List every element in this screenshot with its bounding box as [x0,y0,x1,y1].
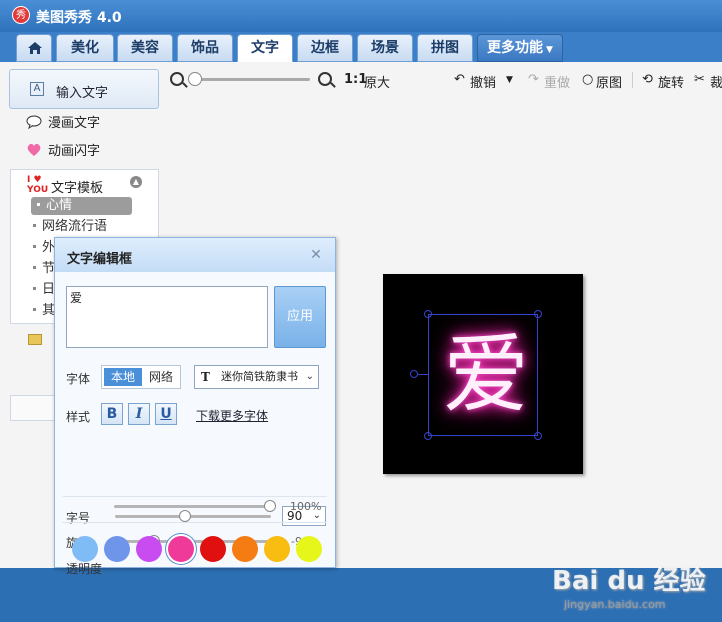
resize-handle-top-right[interactable] [534,310,542,318]
home-icon [28,42,42,54]
template-item-label: 网络流行语 [42,219,108,234]
color-swatch[interactable] [200,536,226,562]
tab-home[interactable] [16,34,52,62]
animated-text-label: 动画闪字 [48,144,101,159]
crop-icon: ✂ [694,72,705,87]
baidu-watermark: Bai du 经验 jingyan.baidu.com [552,552,712,622]
text-selection-box[interactable] [428,314,538,436]
toolbar: 1:1 原大 ↶ 撤销 ▼ ↷ 重做 ○ 原图 ⟲ 旋转 ✂ 裁 [164,62,722,98]
color-swatch[interactable] [168,536,194,562]
opacity-slider[interactable] [114,505,270,508]
resize-handle-bottom-left[interactable] [424,432,432,440]
text-content-input[interactable]: 爱 [66,286,268,348]
color-swatch[interactable] [136,536,162,562]
main-tab-bar: 美化 美容 饰品 文字 边框 场景 拼图 更多功能 ▼ [0,32,722,62]
watermark-url: jingyan.baidu.com [564,598,666,611]
tab-scene[interactable]: 场景 [357,34,413,62]
truetype-font-icon: T [201,370,210,384]
tab-beauty[interactable]: 美容 [117,34,173,62]
app-logo-icon: 秀 [12,6,30,24]
rotate-handle-line [418,374,428,375]
tab-border[interactable]: 边框 [297,34,353,62]
font-local-option[interactable]: 本地 [104,368,142,386]
font-select[interactable]: T 迷你简铁筋隶书 ⌄ [194,365,319,389]
text-a-icon: A [30,82,44,96]
zoom-in-icon[interactable] [318,72,332,86]
zoom-slider[interactable] [192,78,310,81]
rotate-handle[interactable] [410,370,418,378]
toolbar-divider [632,72,633,88]
collapse-icon[interactable]: ▲ [130,176,142,188]
template-item-6[interactable]: 其 [31,302,55,320]
sidebar-item-comic-text[interactable]: 漫画文字 [26,114,100,134]
divider [62,522,326,523]
style-label: 样式 [66,410,91,424]
input-text-button[interactable]: A 输入文字 [9,69,159,109]
color-swatch[interactable] [264,536,290,562]
font-label: 字体 [66,372,91,386]
close-icon[interactable]: ✕ [309,248,323,262]
watermark-brand: Bai du 经验 [552,566,706,596]
template-item-label: 心情 [46,198,73,213]
original-image-button[interactable]: 原图 [596,72,622,91]
tab-accessories[interactable]: 饰品 [177,34,233,62]
color-swatch[interactable] [232,536,258,562]
underline-button[interactable]: U [155,403,177,425]
undo-dropdown-icon[interactable]: ▼ [506,75,513,85]
color-swatch[interactable] [296,536,322,562]
original-size-button[interactable]: 原大 [364,72,390,91]
tab-text[interactable]: 文字 [237,34,293,62]
main-area: A 输入文字 漫画文字 动画闪字 I ♥ YOU 文字模板 ▲ 心情 网络流行语 … [0,62,722,611]
dialog-header[interactable]: 文字编辑框 ✕ [55,238,335,272]
redo-button[interactable]: 重做 [544,72,570,91]
input-text-label: 输入文字 [56,86,109,101]
template-item-4[interactable]: 节 [31,260,55,278]
zoom-out-icon[interactable] [170,72,184,86]
original-image-icon: ○ [582,72,594,87]
speech-bubble-icon [26,115,42,129]
more-features-label: 更多功能 [487,40,544,56]
template-item-5[interactable]: 日 [31,281,55,299]
bold-button[interactable]: B [101,403,123,425]
folder-icon [28,334,42,345]
image-canvas[interactable]: 爱 [383,274,583,474]
app-title: 美图秀秀 4.0 [36,10,122,26]
apply-button[interactable]: 应用 [274,286,326,348]
template-item-mood[interactable]: 心情 [31,197,132,215]
text-template-label: 文字模板 [51,181,104,196]
download-more-fonts-link[interactable]: 下载更多字体 [196,407,268,424]
title-bar: 秀 美图秀秀 4.0 [0,0,722,32]
rotate-button[interactable]: 旋转 [658,72,684,91]
text-template-header[interactable]: I ♥ YOU 文字模板 [27,175,103,196]
crop-button[interactable]: 裁 [710,72,722,91]
resize-handle-bottom-right[interactable] [534,432,542,440]
heart-icon [27,143,41,156]
tab-more-features[interactable]: 更多功能 ▼ [477,34,563,62]
template-item-internet-slang[interactable]: 网络流行语 [31,218,107,236]
comic-text-label: 漫画文字 [48,116,101,131]
tab-collage[interactable]: 拼图 [417,34,473,62]
font-source-toggle: 本地 网络 [101,365,181,389]
chevron-down-icon: ⌄ [305,371,314,382]
dropdown-arrow-icon: ▼ [546,45,553,55]
opacity-value: 100% [290,500,322,513]
dialog-title: 文字编辑框 [67,252,133,267]
opacity-row: 100% [54,494,336,568]
redo-icon: ↷ [528,72,539,87]
tab-beautify[interactable]: 美化 [56,34,114,62]
undo-button[interactable]: 撤销 [470,72,496,91]
i-love-you-icon: I ♥ YOU [27,175,49,195]
color-swatch[interactable] [104,536,130,562]
color-swatch[interactable] [72,536,98,562]
font-select-value: 迷你简铁筋隶书 [221,370,298,383]
template-item-3[interactable]: 外 [31,239,55,257]
undo-icon: ↶ [454,72,465,87]
resize-handle-top-left[interactable] [424,310,432,318]
rotate-icon: ⟲ [642,72,653,87]
font-network-option[interactable]: 网络 [144,368,178,386]
opacity-slider-thumb[interactable] [264,500,276,512]
italic-button[interactable]: I [128,403,150,425]
zoom-slider-thumb[interactable] [188,72,202,86]
sidebar-item-animated-text[interactable]: 动画闪字 [26,142,100,162]
